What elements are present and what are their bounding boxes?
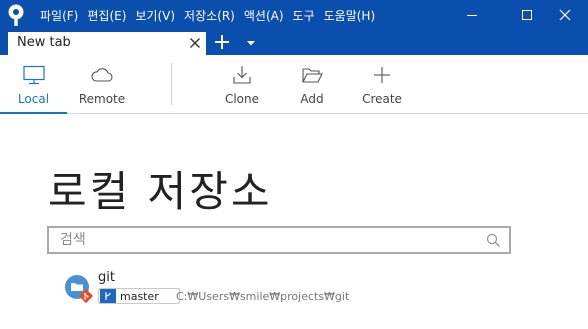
create-label: Create — [362, 92, 402, 106]
menu-repository[interactable]: 저장소(R) — [184, 7, 235, 24]
repo-list-item[interactable]: git master C:₩Users₩smile₩projects₩git — [64, 266, 364, 306]
minimize-icon — [467, 15, 477, 16]
repo-name: git — [98, 270, 115, 285]
menu-help[interactable]: 도움말(H) — [324, 7, 376, 24]
tab-close-icon[interactable] — [189, 37, 201, 49]
remote-label: Remote — [78, 92, 126, 106]
repository-folder-icon — [65, 275, 94, 304]
menu-bar: 파일(F) 편집(E) 보기(V) 저장소(R) 액션(A) 도구 도움말(H) — [40, 0, 384, 30]
search-box — [47, 226, 511, 254]
tab-bar: New tab — [0, 30, 588, 55]
create-button[interactable]: Create — [356, 55, 408, 113]
toolbar-separator — [171, 63, 172, 105]
add-label: Add — [300, 92, 324, 106]
download-icon — [233, 66, 251, 84]
menu-tools[interactable]: 도구 — [293, 7, 315, 24]
clone-button[interactable]: Clone — [216, 55, 268, 113]
repo-path: C:₩Users₩smile₩projects₩git — [176, 290, 350, 303]
toolbar: Local Remote Clone Add Create — [0, 55, 588, 114]
branch-name: master — [120, 289, 159, 303]
plus-icon — [374, 67, 390, 83]
search-icon — [486, 233, 501, 248]
remote-button[interactable]: Remote — [72, 55, 132, 113]
menu-file[interactable]: 파일(F) — [40, 7, 78, 24]
maximize-icon — [522, 10, 532, 20]
tab-title: New tab — [17, 35, 71, 50]
add-tab-icon[interactable] — [213, 33, 231, 51]
cloud-icon — [91, 68, 113, 82]
search-input[interactable] — [49, 228, 509, 252]
close-icon — [559, 9, 571, 21]
folder-open-icon — [302, 68, 323, 83]
tab-new[interactable]: New tab — [8, 32, 206, 55]
clone-label: Clone — [224, 92, 260, 106]
title-bar: 파일(F) 편집(E) 보기(V) 저장소(R) 액션(A) 도구 도움말(H) — [0, 0, 588, 30]
local-label: Local — [17, 92, 50, 106]
add-button[interactable]: Add — [288, 55, 336, 113]
branch-icon — [100, 289, 116, 303]
menu-edit[interactable]: 편집(E) — [87, 7, 126, 24]
branch-badge: master — [98, 288, 180, 304]
monitor-icon — [22, 65, 45, 85]
menu-actions[interactable]: 액션(A) — [244, 7, 284, 24]
sourcetree-logo-icon — [8, 4, 24, 26]
menu-view[interactable]: 보기(V) — [135, 7, 175, 24]
minimize-button[interactable] — [449, 0, 495, 30]
chevron-down-icon[interactable] — [246, 40, 256, 46]
close-window-button[interactable] — [542, 0, 588, 30]
page-title: 로컬 저장소 — [48, 167, 273, 216]
local-button[interactable]: Local — [0, 55, 67, 114]
